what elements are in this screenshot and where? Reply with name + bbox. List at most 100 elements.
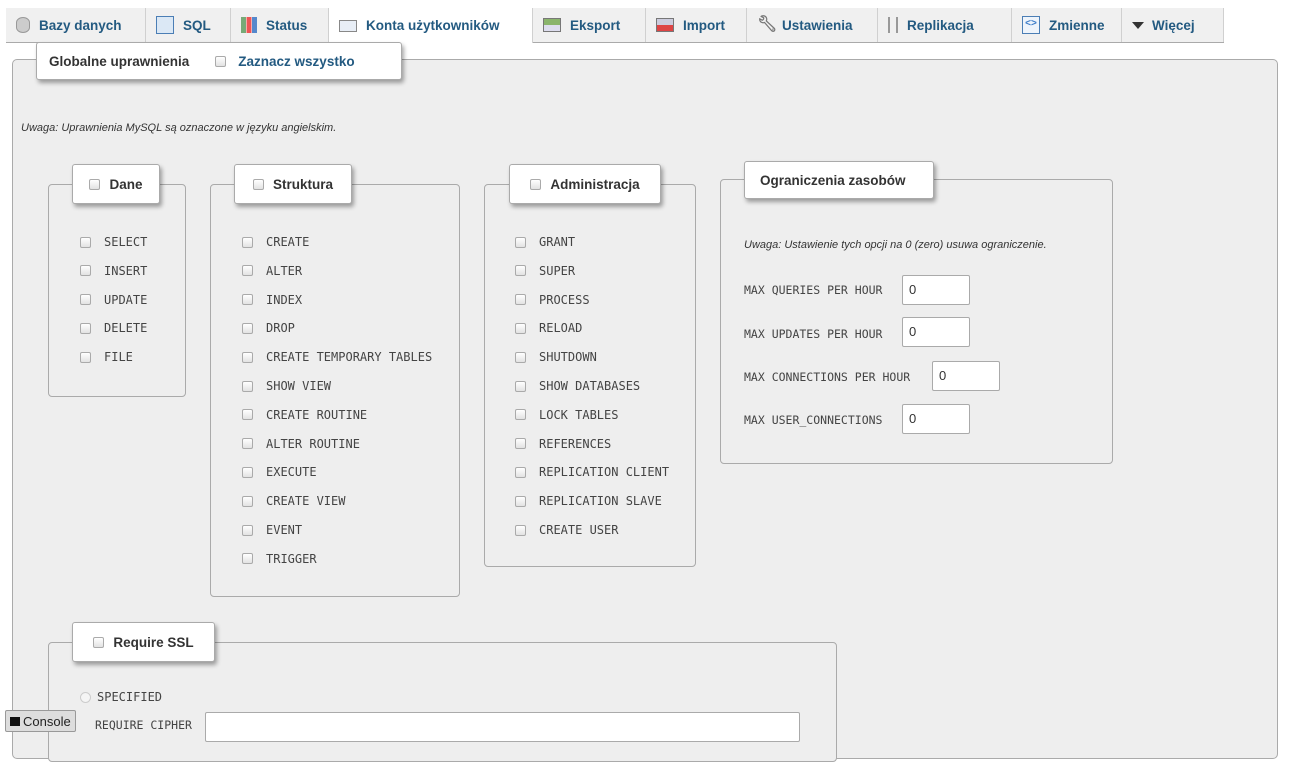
privilege-checkbox[interactable] bbox=[242, 438, 253, 450]
data-group-title: Dane bbox=[109, 176, 143, 192]
privilege-item[interactable]: ALTER bbox=[242, 264, 302, 278]
privilege-item[interactable]: REPLICATION SLAVE bbox=[515, 494, 662, 508]
tab-status[interactable]: Status bbox=[231, 8, 329, 42]
privilege-item[interactable]: FILE bbox=[80, 350, 133, 364]
max-connections-label: MAX CONNECTIONS PER HOUR bbox=[744, 370, 911, 384]
privilege-item[interactable]: PROCESS bbox=[515, 293, 590, 307]
tab-variables[interactable]: <> Zmienne bbox=[1012, 8, 1122, 42]
privilege-item[interactable]: EXECUTE bbox=[242, 465, 317, 479]
privilege-item[interactable]: UPDATE bbox=[80, 293, 147, 307]
privilege-label: SHOW DATABASES bbox=[539, 379, 641, 393]
privilege-checkbox[interactable] bbox=[242, 409, 253, 421]
privilege-item[interactable]: ALTER ROUTINE bbox=[242, 437, 360, 451]
privilege-checkbox[interactable] bbox=[242, 294, 253, 306]
tab-user-accounts[interactable]: Konta użytkowników bbox=[329, 8, 533, 43]
privilege-checkbox[interactable] bbox=[242, 322, 253, 334]
tab-label: Zmienne bbox=[1049, 17, 1105, 33]
privilege-checkbox[interactable] bbox=[242, 495, 253, 507]
privilege-checkbox[interactable] bbox=[80, 236, 91, 248]
select-all-label[interactable]: Zaznacz wszystko bbox=[238, 54, 354, 69]
max-updates-input[interactable]: 0 bbox=[902, 317, 970, 347]
admin-group-legend[interactable]: Administracja bbox=[509, 164, 661, 204]
require-ssl-legend[interactable]: Require SSL bbox=[72, 622, 215, 662]
wrench-icon: 🔧︎ bbox=[757, 16, 778, 33]
privilege-item[interactable]: SHUTDOWN bbox=[515, 350, 597, 364]
privilege-item[interactable]: CREATE VIEW bbox=[242, 494, 345, 508]
privilege-label: CREATE USER bbox=[539, 523, 619, 537]
privilege-checkbox[interactable] bbox=[515, 265, 526, 277]
privilege-checkbox[interactable] bbox=[515, 294, 526, 306]
require-ssl-checkbox[interactable] bbox=[93, 636, 105, 648]
privilege-checkbox[interactable] bbox=[515, 466, 526, 478]
max-user-connections-input[interactable]: 0 bbox=[902, 404, 970, 434]
privilege-checkbox[interactable] bbox=[80, 322, 91, 334]
privilege-checkbox[interactable] bbox=[242, 553, 253, 565]
tab-label: Konta użytkowników bbox=[366, 18, 500, 33]
privilege-item[interactable]: REPLICATION CLIENT bbox=[515, 465, 669, 479]
privilege-label: SHOW VIEW bbox=[266, 379, 332, 393]
data-group-legend[interactable]: Dane bbox=[72, 164, 160, 204]
privilege-checkbox[interactable] bbox=[80, 294, 91, 306]
privilege-item[interactable]: SUPER bbox=[515, 264, 575, 278]
tab-databases[interactable]: Bazy danych bbox=[6, 8, 146, 42]
privilege-item[interactable]: DROP bbox=[242, 321, 295, 335]
privilege-checkbox[interactable] bbox=[515, 438, 526, 450]
privilege-item[interactable]: CREATE USER bbox=[515, 523, 618, 537]
select-all-checkbox[interactable] bbox=[215, 55, 227, 67]
privilege-item[interactable]: SHOW VIEW bbox=[242, 379, 331, 393]
structure-group-checkbox[interactable] bbox=[252, 178, 264, 190]
privilege-item[interactable]: RELOAD bbox=[515, 321, 582, 335]
privilege-checkbox[interactable] bbox=[242, 524, 253, 536]
users-icon bbox=[339, 19, 357, 32]
privilege-checkbox[interactable] bbox=[515, 236, 526, 248]
require-cipher-input[interactable] bbox=[205, 712, 800, 742]
privilege-item[interactable]: INDEX bbox=[242, 293, 302, 307]
tab-label: Ustawienia bbox=[782, 17, 853, 33]
admin-group-checkbox[interactable] bbox=[530, 178, 542, 190]
privilege-item[interactable]: LOCK TABLES bbox=[515, 408, 618, 422]
tab-export[interactable]: Eksport bbox=[533, 8, 646, 42]
privilege-checkbox[interactable] bbox=[242, 236, 253, 248]
ssl-specified-radio[interactable] bbox=[80, 691, 91, 703]
privilege-checkbox[interactable] bbox=[242, 380, 253, 392]
data-group-checkbox[interactable] bbox=[89, 178, 101, 190]
privilege-item[interactable]: CREATE TEMPORARY TABLES bbox=[242, 350, 432, 364]
privilege-label: DROP bbox=[266, 321, 295, 336]
privilege-label: LOCK TABLES bbox=[539, 407, 619, 422]
max-queries-input[interactable]: 0 bbox=[902, 275, 970, 305]
privilege-item[interactable]: SHOW DATABASES bbox=[515, 379, 640, 393]
resource-limits-legend: Ograniczenia zasobów bbox=[744, 161, 934, 199]
privilege-item[interactable]: TRIGGER bbox=[242, 552, 317, 566]
privilege-item[interactable]: DELETE bbox=[80, 321, 147, 335]
global-privileges-legend: Globalne uprawnienia Zaznacz wszystko bbox=[36, 42, 402, 80]
privilege-checkbox[interactable] bbox=[515, 380, 526, 392]
privilege-item[interactable]: REFERENCES bbox=[515, 437, 611, 451]
privilege-item[interactable]: INSERT bbox=[80, 264, 147, 278]
privilege-checkbox[interactable] bbox=[242, 351, 253, 363]
max-connections-input[interactable]: 0 bbox=[932, 361, 1000, 391]
privilege-checkbox[interactable] bbox=[515, 409, 526, 421]
ssl-specified-option[interactable]: SPECIFIED bbox=[80, 690, 162, 704]
privilege-checkbox[interactable] bbox=[515, 524, 526, 536]
privilege-checkbox[interactable] bbox=[515, 322, 526, 334]
export-icon bbox=[543, 18, 561, 32]
privilege-item[interactable]: CREATE ROUTINE bbox=[242, 408, 367, 422]
privilege-checkbox[interactable] bbox=[515, 351, 526, 363]
privilege-checkbox[interactable] bbox=[515, 495, 526, 507]
privilege-item[interactable]: CREATE bbox=[242, 235, 309, 249]
structure-group-legend[interactable]: Struktura bbox=[234, 164, 352, 204]
privilege-checkbox[interactable] bbox=[242, 466, 253, 478]
tab-replication[interactable]: Replikacja bbox=[878, 8, 1012, 42]
privilege-checkbox[interactable] bbox=[242, 265, 253, 277]
privilege-item[interactable]: EVENT bbox=[242, 523, 302, 537]
max-updates-label: MAX UPDATES PER HOUR bbox=[744, 327, 883, 341]
tab-label: Replikacja bbox=[907, 17, 974, 33]
privilege-checkbox[interactable] bbox=[80, 265, 91, 277]
privilege-item[interactable]: SELECT bbox=[80, 235, 147, 249]
privilege-checkbox[interactable] bbox=[80, 351, 91, 363]
tab-more[interactable]: Więcej bbox=[1122, 8, 1224, 42]
tab-settings[interactable]: 🔧︎ Ustawienia bbox=[747, 8, 878, 42]
tab-sql[interactable]: SQL bbox=[146, 8, 231, 42]
tab-import[interactable]: Import bbox=[646, 8, 747, 42]
privilege-item[interactable]: GRANT bbox=[515, 235, 575, 249]
